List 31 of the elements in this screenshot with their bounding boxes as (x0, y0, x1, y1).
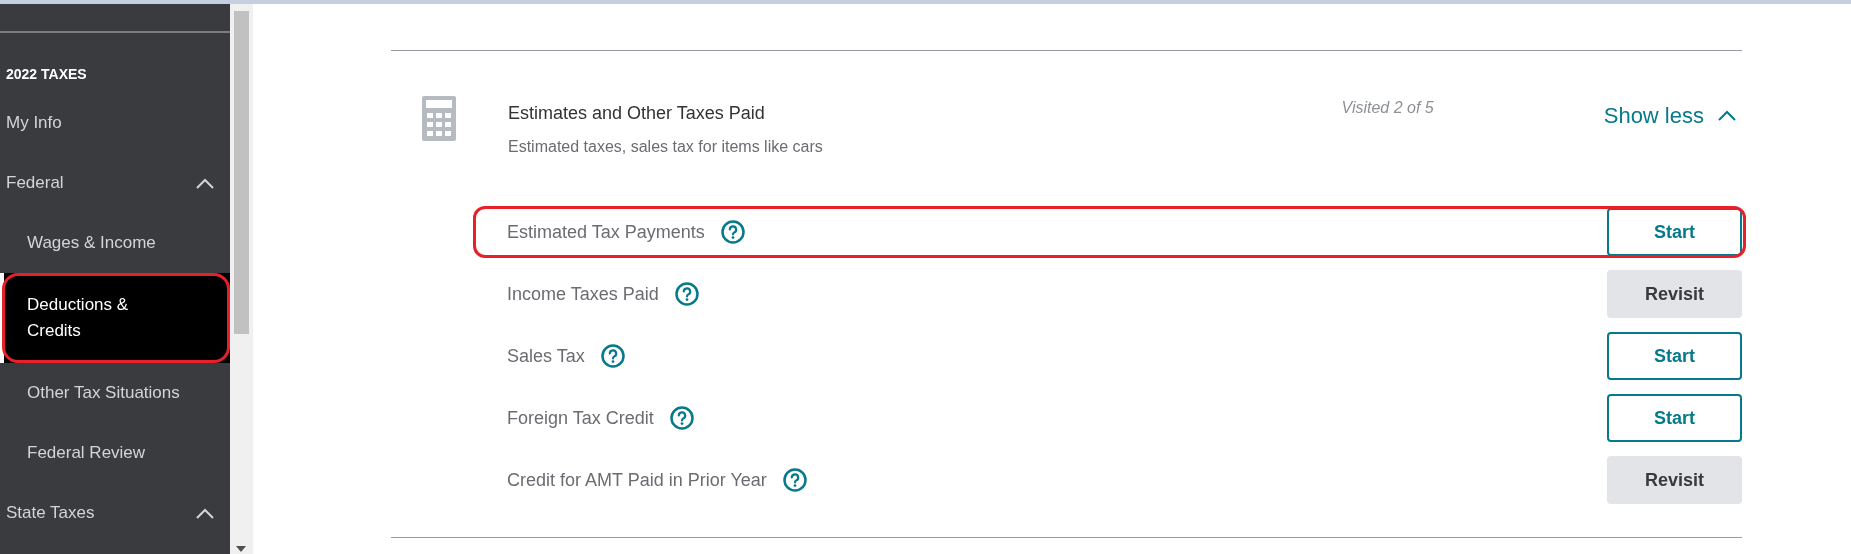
chevron-icon[interactable] (1718, 110, 1736, 121)
help-icon[interactable] (782, 468, 807, 492)
row-label: Estimated Tax Payments (507, 220, 705, 244)
sidebar-item[interactable]: My Info (0, 110, 62, 136)
row-label: Sales Tax (507, 344, 585, 368)
start-button[interactable]: Start (1607, 332, 1742, 380)
show-less-link[interactable]: Show less (1603, 99, 1736, 132)
sidebar-item[interactable]: Federal (0, 170, 64, 196)
help-icon[interactable] (600, 344, 625, 368)
help-icon[interactable] (669, 406, 694, 430)
sidebar-heading: 2022 TAXES (5, 65, 88, 84)
revisit-button[interactable]: Revisit (1607, 456, 1742, 504)
scroll-down-arrow-icon[interactable] (236, 546, 246, 552)
row-label: Credit for AMT Paid in Prior Year (507, 468, 767, 492)
sidebar-item[interactable]: Other Tax Situations (0, 380, 180, 406)
start-button[interactable]: Start (1607, 394, 1742, 442)
progress-text: Visited 2 of 5 (1341, 98, 1434, 118)
row-label: Income Taxes Paid (507, 282, 659, 306)
sidebar-item[interactable]: Federal Review (0, 440, 146, 466)
row-label: Foreign Tax Credit (507, 406, 654, 430)
sidebar-item[interactable]: State Taxes (0, 500, 95, 526)
calculator-icon (422, 96, 456, 141)
scrollbar[interactable] (230, 4, 253, 554)
scrollbar-thumb[interactable] (234, 11, 249, 334)
help-icon[interactable] (674, 282, 699, 306)
start-button[interactable]: Start (1607, 208, 1742, 256)
help-icon[interactable] (720, 220, 745, 244)
section-subtitle: Estimated taxes, sales tax for items like cars (508, 137, 823, 157)
revisit-button[interactable]: Revisit (1607, 270, 1742, 318)
sidebar-item[interactable]: Wages & Income (0, 230, 156, 256)
section-title: Estimates and Other Taxes Paid (508, 102, 766, 125)
